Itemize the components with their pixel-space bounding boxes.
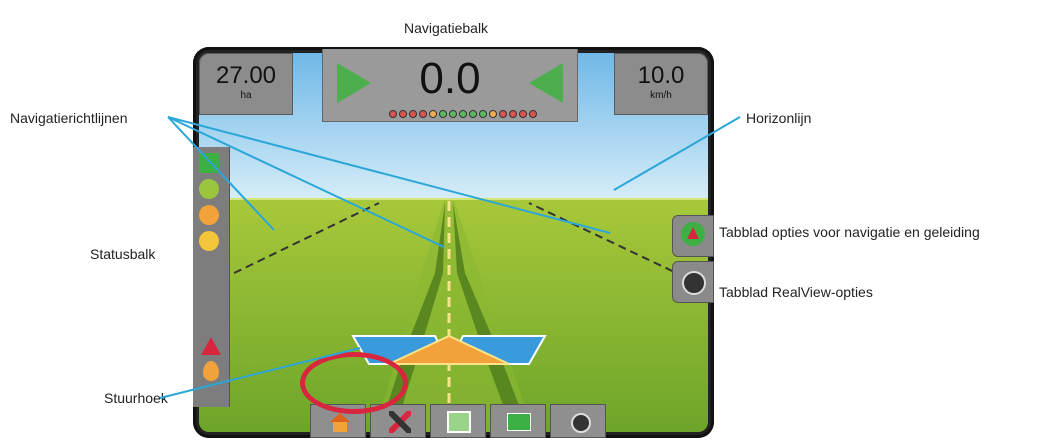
realview-icon <box>571 413 591 433</box>
status-green-icon[interactable] <box>199 153 219 173</box>
lightbar-led <box>499 110 507 118</box>
area-unit: ha <box>240 90 252 101</box>
lightbar-led <box>389 110 397 118</box>
lightbar-led <box>469 110 477 118</box>
label-navigatiebalk: Navigatiebalk <box>404 20 489 36</box>
lightbar-led <box>449 110 457 118</box>
navigation-tab-icon <box>507 413 531 431</box>
status-line-icon[interactable] <box>199 179 219 199</box>
label-statusbalk: Statusbalk <box>90 246 156 262</box>
home-icon <box>330 413 350 422</box>
lightbar-led <box>459 110 467 118</box>
device-screen: 27.00 ha 10.0 km/h 0.0 <box>193 47 714 438</box>
realview-options-tab[interactable] <box>672 261 714 303</box>
lightbar-led <box>409 110 417 118</box>
navigation-tab-button[interactable] <box>490 404 546 438</box>
lightbar-led <box>519 110 527 118</box>
label-horizonlijn: Horizonlijn <box>746 110 812 126</box>
tools-icon <box>389 411 411 433</box>
crosstrack-value: 0.0 <box>419 54 481 103</box>
status-bar[interactable] <box>193 147 230 407</box>
lightbar <box>389 110 537 118</box>
navigation-arrow-icon <box>687 227 699 239</box>
realview-button[interactable] <box>550 404 606 438</box>
label-navigatierichtlijnen: Navigatierichtlijnen <box>10 110 128 126</box>
lightbar-led <box>509 110 517 118</box>
navigation-options-tab[interactable] <box>672 215 714 257</box>
guidance-view-button[interactable] <box>430 404 486 438</box>
realview-options-icon <box>682 271 706 295</box>
lightbar-led <box>479 110 487 118</box>
lightbar-led <box>439 110 447 118</box>
area-value: 27.00 <box>215 62 277 89</box>
lightbar-led <box>489 110 497 118</box>
area-box[interactable]: 27.00 ha <box>199 53 293 115</box>
label-tab-navigatie: Tabblad opties voor navigatie en geleidi… <box>719 224 980 240</box>
lightbar-led <box>419 110 427 118</box>
guidance-view-icon <box>447 411 471 433</box>
lightbar-led <box>429 110 437 118</box>
navigation-bar[interactable]: 0.0 <box>322 49 578 122</box>
label-tab-realview: Tabblad RealView-opties <box>719 284 873 300</box>
highlight-circle <box>300 352 408 414</box>
speed-unit: km/h <box>650 90 672 101</box>
lightbar-led <box>529 110 537 118</box>
label-stuurhoek: Stuurhoek <box>104 390 168 406</box>
status-droplet-icon[interactable] <box>203 361 219 381</box>
lightbar-led <box>399 110 407 118</box>
status-boom-icon[interactable] <box>201 337 221 355</box>
speed-box[interactable]: 10.0 km/h <box>614 53 708 115</box>
status-warning-icon[interactable] <box>199 205 219 225</box>
status-gps-icon[interactable] <box>199 231 219 251</box>
speed-value: 10.0 <box>637 62 685 89</box>
